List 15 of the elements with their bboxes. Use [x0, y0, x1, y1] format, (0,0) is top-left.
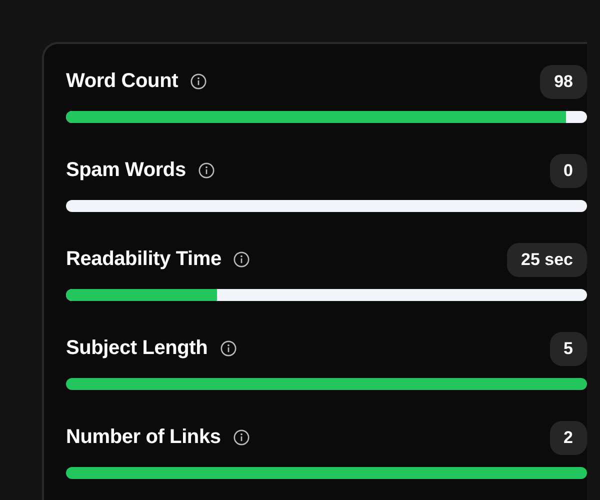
value-badge: 25 sec	[507, 242, 587, 276]
info-icon[interactable]	[220, 340, 237, 357]
info-icon[interactable]	[232, 429, 250, 446]
info-icon[interactable]	[233, 251, 250, 268]
info-icon[interactable]	[198, 162, 215, 179]
metric-label: Subject Length	[66, 337, 208, 360]
value-badge: 5	[550, 332, 587, 366]
value-badge: 2	[550, 420, 587, 454]
metric-label: Number of Links	[66, 426, 221, 449]
value-badge: 0	[550, 154, 587, 188]
info-icon[interactable]	[190, 73, 208, 90]
metric-label: Word Count	[66, 70, 178, 93]
metric-label: Spam Words	[66, 159, 186, 182]
value-badge: 98	[540, 64, 587, 98]
metric-label: Readability Time	[66, 248, 222, 271]
